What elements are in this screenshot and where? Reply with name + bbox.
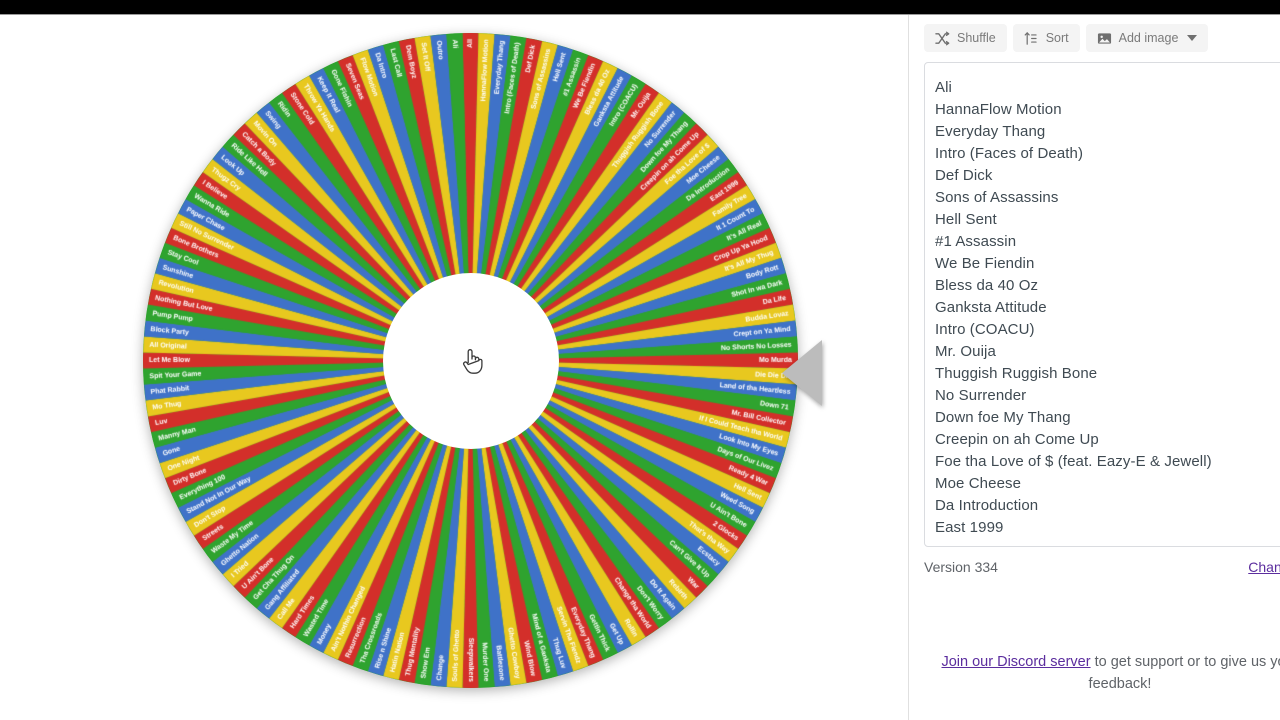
- add-image-label: Add image: [1118, 31, 1179, 45]
- sort-label: Sort: [1045, 31, 1069, 45]
- panel-toolbar: Shuffle Sort Add image: [924, 24, 1209, 52]
- list-item[interactable]: Mr. Ouija: [935, 341, 1280, 363]
- list-item[interactable]: East 1999: [935, 517, 1280, 539]
- list-item[interactable]: Thuggish Ruggish Bone: [935, 363, 1280, 385]
- list-item[interactable]: Intro (Faces of Death): [935, 143, 1280, 165]
- list-item[interactable]: No Surrender: [935, 385, 1280, 407]
- wheel-hub[interactable]: [382, 272, 559, 449]
- list-item[interactable]: #1 Assassin: [935, 231, 1280, 253]
- list-item[interactable]: Down foe My Thang: [935, 407, 1280, 429]
- list-item[interactable]: Everyday Thang: [935, 121, 1280, 143]
- changelog-link[interactable]: Changelog: [1248, 559, 1280, 575]
- list-item[interactable]: Hell Sent: [935, 209, 1280, 231]
- list-item[interactable]: Creepin on ah Come Up: [935, 429, 1280, 451]
- list-item[interactable]: Sons of Assassins: [935, 187, 1280, 209]
- wheel-container[interactable]: [143, 33, 798, 688]
- image-icon: [1097, 31, 1112, 46]
- shuffle-icon: [935, 31, 950, 46]
- wheel-pointer-triangle: [782, 340, 822, 406]
- version-row: Version 334 Changelog: [924, 559, 1280, 575]
- shuffle-button[interactable]: Shuffle: [924, 24, 1007, 52]
- add-image-button[interactable]: Add image: [1085, 24, 1209, 52]
- app-root: Shuffle Sort Add image Ali HannaFlow Mot…: [0, 0, 1280, 720]
- sort-button[interactable]: Sort: [1012, 24, 1080, 52]
- version-label: Version 334: [924, 559, 998, 575]
- list-item[interactable]: Ali: [935, 77, 1280, 99]
- list-item[interactable]: Moe Cheese: [935, 473, 1280, 495]
- discord-footer-text: to get support or to give us your feedba…: [1088, 654, 1280, 692]
- list-item[interactable]: Bless da 40 Oz: [935, 275, 1280, 297]
- entries-textarea[interactable]: Ali HannaFlow Motion Everyday Thang Intro (…: [924, 62, 1280, 547]
- top-black-bar: [0, 0, 1280, 14]
- list-item[interactable]: We Be Fiendin: [935, 253, 1280, 275]
- chevron-down-icon[interactable]: [1187, 35, 1198, 41]
- discord-footer: Join our Discord server to get support o…: [924, 651, 1280, 695]
- list-item[interactable]: Da Introduction: [935, 495, 1280, 517]
- list-item[interactable]: HannaFlow Motion: [935, 99, 1280, 121]
- shuffle-label: Shuffle: [957, 31, 996, 45]
- list-item[interactable]: Foe tha Love of $ (feat. Eazy-E & Jewell…: [935, 451, 1280, 473]
- discord-link[interactable]: Join our Discord server: [941, 654, 1090, 670]
- side-panel: Shuffle Sort Add image Ali HannaFlow Mot…: [909, 15, 1280, 720]
- list-item[interactable]: Intro (COACU): [935, 319, 1280, 341]
- sort-az-icon: [1024, 31, 1039, 46]
- wheel-stage: [0, 15, 908, 720]
- list-item[interactable]: Def Dick: [935, 165, 1280, 187]
- list-item[interactable]: Ganksta Attitude: [935, 297, 1280, 319]
